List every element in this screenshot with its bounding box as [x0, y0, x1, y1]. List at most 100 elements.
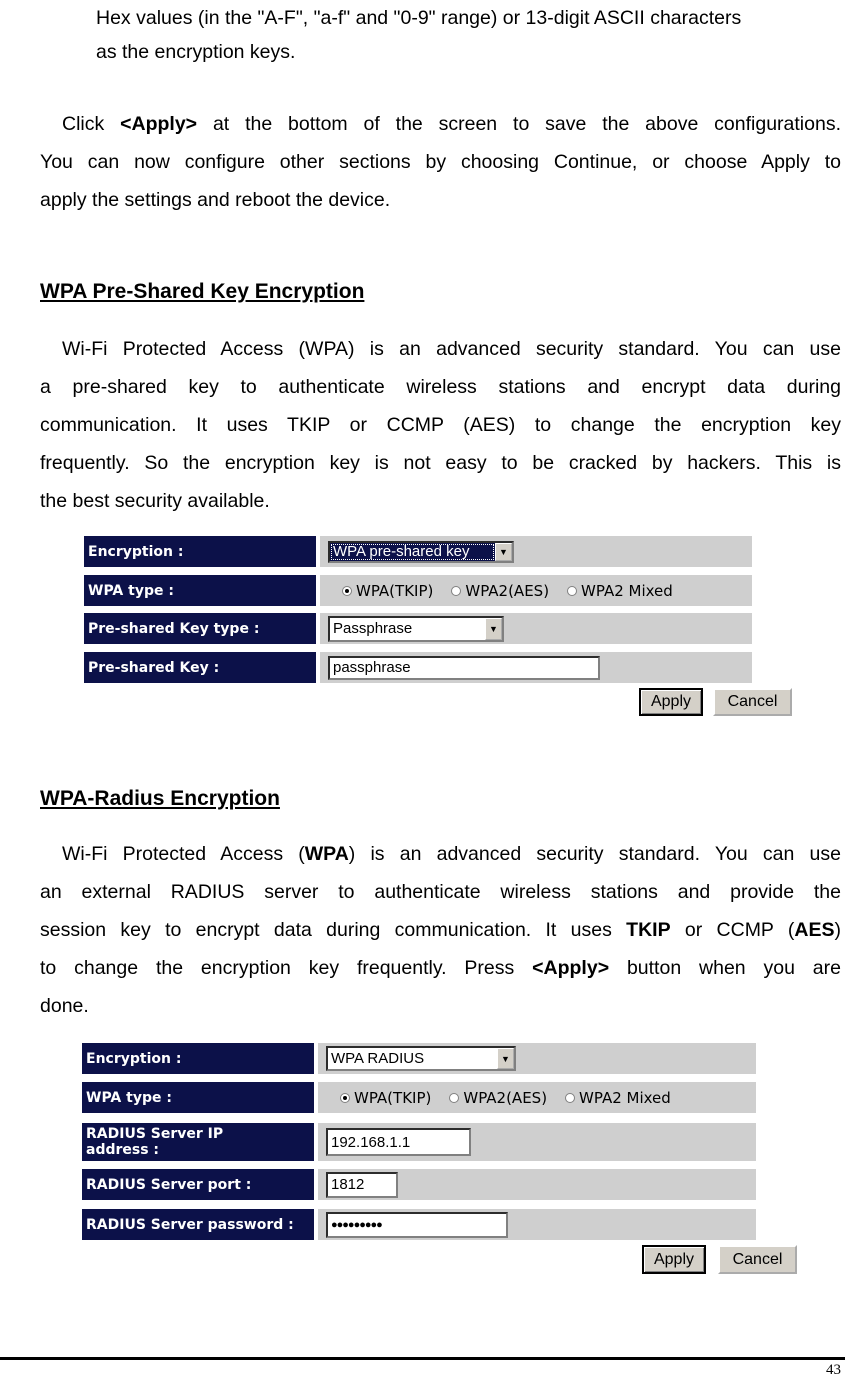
apply-note-line-1: Click <Apply> at the bottom of the scree…	[40, 105, 841, 143]
radius-ip-row: RADIUS Server IP address : 192.168.1.1	[82, 1123, 756, 1161]
radio-label: WPA2(AES)	[463, 1088, 548, 1107]
psk-encryption-cell: WPA pre-shared key ▼	[320, 536, 752, 567]
radius-ip-cell: 192.168.1.1	[318, 1123, 756, 1161]
psk-heading: WPA Pre-Shared Key Encryption	[40, 280, 365, 303]
apply-note-post: at the bottom of the screen to save the …	[197, 113, 841, 135]
apply-note-bold: <Apply>	[120, 113, 198, 135]
radius-encryption-row: Encryption : WPA RADIUS ▼	[82, 1043, 756, 1074]
radio-selected-icon[interactable]	[342, 585, 352, 596]
radius-wpa-type-label: WPA type :	[82, 1082, 314, 1113]
psk-key-input[interactable]: passphrase	[328, 655, 600, 680]
psk-wpa-type-cell: WPA(TKIP) WPA2(AES) WPA2 Mixed	[320, 575, 752, 606]
radio-label: WPA(TKIP)	[356, 581, 434, 600]
psk-key-type-row: Pre-shared Key type : Passphrase ▼	[84, 613, 752, 644]
psk-line-4: frequently. So the encryption key is not…	[40, 452, 841, 474]
radius-ip-label: RADIUS Server IP address :	[82, 1123, 314, 1161]
radius-settings-panel: Encryption : WPA RADIUS ▼ WPA type : WPA…	[82, 1043, 797, 1283]
psk-wpa-type-label: WPA type :	[84, 575, 316, 606]
radius-ip-label-line-1: RADIUS Server IP	[86, 1126, 224, 1142]
apply-note-pre: Click	[62, 113, 121, 135]
text: session key to encrypt data during commu…	[40, 919, 627, 941]
text: to change the encryption key frequently.…	[40, 957, 533, 979]
text: or CCMP (	[670, 919, 795, 941]
text: Wi-Fi Protected Access (	[62, 843, 305, 865]
psk-wpa-type-row: WPA type : WPA(TKIP) WPA2(AES) WPA2 Mixe…	[84, 575, 752, 606]
radius-line-3: session key to encrypt data during commu…	[40, 911, 841, 949]
psk-line-2: a pre-shared key to authenticate wireles…	[40, 376, 841, 398]
text: )	[834, 919, 842, 941]
psk-key-type-value: Passphrase	[333, 620, 413, 637]
page-number: 43	[826, 1362, 841, 1378]
psk-line-1: Wi-Fi Protected Access (WPA) is an advan…	[62, 338, 841, 360]
text-bold: AES	[794, 919, 835, 941]
psk-encryption-row: Encryption : WPA pre-shared key ▼	[84, 536, 752, 567]
psk-settings-panel: Encryption : WPA pre-shared key ▼ WPA ty…	[84, 536, 792, 736]
radius-line-5: done.	[40, 995, 89, 1017]
psk-encryption-select[interactable]: WPA pre-shared key ▼	[328, 540, 514, 563]
text: ) is an advanced security standard. You …	[348, 843, 841, 865]
radio-selected-icon[interactable]	[340, 1092, 350, 1103]
psk-line-3: communication. It uses TKIP or CCMP (AES…	[40, 414, 841, 436]
psk-key-row: Pre-shared Key : passphrase	[84, 652, 752, 683]
psk-cancel-button[interactable]: Cancel	[713, 688, 792, 716]
text-bold: TKIP	[626, 919, 671, 941]
radio-unselected-icon[interactable]	[565, 1092, 576, 1103]
radius-ip-input[interactable]: 192.168.1.1	[326, 1128, 471, 1156]
psk-radio-wpa2-aes[interactable]: WPA2(AES)	[451, 582, 549, 600]
radius-port-label: RADIUS Server port :	[82, 1169, 314, 1200]
intro-line-1: Hex values (in the "A-F", "a-f" and "0-9…	[96, 7, 742, 29]
text-bold: <Apply>	[532, 957, 610, 979]
chevron-down-icon[interactable]: ▼	[495, 542, 512, 561]
radius-line-4: to change the encryption key frequently.…	[40, 949, 841, 987]
psk-encryption-label: Encryption :	[84, 536, 316, 567]
radius-port-input[interactable]: 1812	[326, 1171, 398, 1198]
radius-heading: WPA-Radius Encryption	[40, 787, 280, 810]
radius-encryption-select[interactable]: WPA RADIUS ▼	[326, 1046, 516, 1071]
radius-password-cell: ●●●●●●●●●	[318, 1209, 756, 1240]
radius-password-label: RADIUS Server password :	[82, 1209, 314, 1240]
chevron-down-icon[interactable]: ▼	[497, 1048, 514, 1069]
radius-line-2: an external RADIUS server to authenticat…	[40, 881, 841, 903]
psk-key-type-cell: Passphrase ▼	[320, 613, 752, 644]
radius-cancel-button[interactable]: Cancel	[718, 1245, 797, 1274]
radio-unselected-icon[interactable]	[449, 1092, 460, 1103]
radius-line-1: Wi-Fi Protected Access (WPA) is an advan…	[62, 835, 841, 873]
radio-label: WPA(TKIP)	[354, 1088, 432, 1107]
intro-line-2: as the encryption keys.	[96, 41, 296, 63]
psk-line-5: the best security available.	[40, 490, 270, 512]
radius-ip-label-line-2: address :	[86, 1142, 160, 1158]
radius-port-row: RADIUS Server port : 1812	[82, 1169, 756, 1200]
radius-encryption-label: Encryption :	[82, 1043, 314, 1074]
radius-radio-wpa2-aes[interactable]: WPA2(AES)	[449, 1089, 547, 1107]
apply-note-line-2: You can now configure other sections by …	[40, 151, 841, 173]
radius-wpa-type-row: WPA type : WPA(TKIP) WPA2(AES) WPA2 Mixe…	[82, 1082, 756, 1113]
psk-key-type-select[interactable]: Passphrase ▼	[328, 615, 504, 642]
text-bold: WPA	[304, 843, 349, 865]
radio-unselected-icon[interactable]	[451, 585, 462, 596]
chevron-down-icon[interactable]: ▼	[485, 617, 502, 640]
radio-label: WPA2 Mixed	[579, 1088, 671, 1107]
radius-password-row: RADIUS Server password : ●●●●●●●●●	[82, 1209, 756, 1240]
apply-note-line-3: apply the settings and reboot the device…	[40, 189, 391, 211]
radio-label: WPA2 Mixed	[581, 581, 673, 600]
radius-radio-wpa2-mixed[interactable]: WPA2 Mixed	[565, 1089, 671, 1107]
psk-radio-wpa-tkip[interactable]: WPA(TKIP)	[342, 582, 433, 600]
text: button when you are	[609, 957, 841, 979]
psk-key-label: Pre-shared Key :	[84, 652, 316, 683]
radius-encryption-cell: WPA RADIUS ▼	[318, 1043, 756, 1074]
radio-unselected-icon[interactable]	[567, 585, 578, 596]
radius-port-cell: 1812	[318, 1169, 756, 1200]
radius-radio-wpa-tkip[interactable]: WPA(TKIP)	[340, 1089, 431, 1107]
radius-encryption-value: WPA RADIUS	[331, 1050, 425, 1067]
radio-label: WPA2(AES)	[465, 581, 550, 600]
radius-wpa-type-radios: WPA(TKIP) WPA2(AES) WPA2 Mixed	[326, 1089, 671, 1107]
psk-apply-button[interactable]: Apply	[639, 688, 703, 716]
psk-wpa-type-radios: WPA(TKIP) WPA2(AES) WPA2 Mixed	[328, 582, 673, 600]
footer-divider	[0, 1357, 845, 1360]
radius-apply-button[interactable]: Apply	[642, 1245, 706, 1274]
radius-password-input[interactable]: ●●●●●●●●●	[326, 1211, 508, 1238]
radius-wpa-type-cell: WPA(TKIP) WPA2(AES) WPA2 Mixed	[318, 1082, 756, 1113]
psk-radio-wpa2-mixed[interactable]: WPA2 Mixed	[567, 582, 673, 600]
psk-encryption-value: WPA pre-shared key	[330, 542, 495, 561]
psk-key-cell: passphrase	[320, 652, 752, 683]
